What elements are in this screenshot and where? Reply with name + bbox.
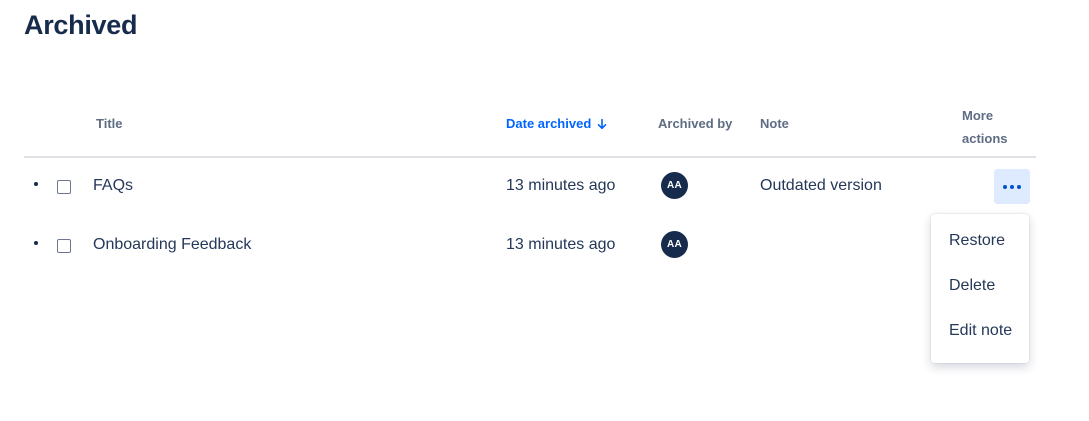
row-title-link[interactable]: FAQs bbox=[93, 177, 133, 195]
more-dots-icon bbox=[1003, 184, 1007, 189]
table-row: FAQs 13 minutes ago AA Outdated version bbox=[0, 161, 1089, 211]
bullet-icon bbox=[34, 241, 38, 245]
column-header-more-actions-line2: actions bbox=[962, 131, 1008, 146]
column-header-date-archived-label: Date archived bbox=[506, 116, 592, 131]
menu-item-delete[interactable]: Delete bbox=[931, 263, 1029, 308]
more-actions-menu: Restore Delete Edit note bbox=[931, 214, 1029, 363]
row-title-link[interactable]: Onboarding Feedback bbox=[93, 236, 251, 254]
avatar[interactable]: AA bbox=[661, 172, 688, 199]
table-row: Onboarding Feedback 13 minutes ago AA bbox=[0, 220, 1089, 270]
more-actions-button[interactable] bbox=[994, 169, 1030, 204]
row-checkbox[interactable] bbox=[57, 180, 71, 194]
avatar[interactable]: AA bbox=[661, 231, 688, 258]
column-header-more-actions: More actions bbox=[962, 104, 1008, 150]
more-dots-icon bbox=[1017, 184, 1021, 189]
arrow-down-icon bbox=[597, 118, 607, 129]
column-header-note[interactable]: Note bbox=[760, 116, 789, 131]
bullet-icon bbox=[34, 182, 38, 186]
header-divider bbox=[24, 156, 1036, 158]
row-checkbox[interactable] bbox=[57, 239, 71, 253]
row-date-archived: 13 minutes ago bbox=[506, 236, 616, 253]
column-header-date-archived[interactable]: Date archived bbox=[506, 116, 608, 131]
page-title: Archived bbox=[24, 10, 138, 40]
archived-page: Archived Title Date archived Archived by… bbox=[0, 0, 1089, 421]
column-header-archived-by[interactable]: Archived by bbox=[658, 116, 732, 131]
column-header-title[interactable]: Title bbox=[96, 116, 123, 131]
more-dots-icon bbox=[1010, 184, 1014, 189]
column-header-more-actions-line1: More bbox=[962, 108, 994, 123]
row-date-archived: 13 minutes ago bbox=[506, 177, 616, 194]
menu-item-restore[interactable]: Restore bbox=[931, 218, 1029, 263]
menu-item-edit-note[interactable]: Edit note bbox=[931, 308, 1029, 353]
row-note: Outdated version bbox=[760, 177, 882, 194]
